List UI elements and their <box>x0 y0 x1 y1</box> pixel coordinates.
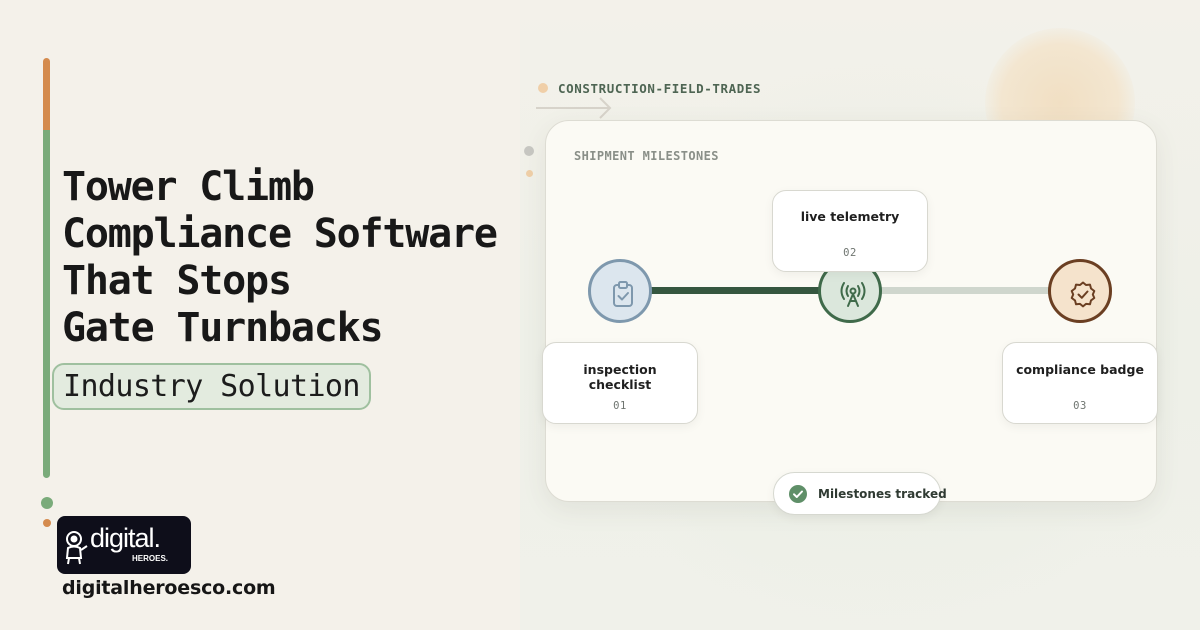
antenna-icon <box>840 282 866 307</box>
deco-dot-orange <box>526 170 533 177</box>
milestone-number: 01 <box>613 400 627 412</box>
milestone-card-live-telemetry[interactable]: live telemetry 02 <box>772 190 928 272</box>
page-title: Tower Climb Compliance Software That Sto… <box>62 164 532 352</box>
headline-line: Gate Turnbacks <box>62 305 384 351</box>
milestone-node-inspection-checklist[interactable] <box>588 259 652 323</box>
accent-dot-orange <box>43 519 51 527</box>
progress-track-completed <box>650 287 822 294</box>
website-url[interactable]: digitalheroesco.com <box>62 577 276 599</box>
milestone-label: live telemetry <box>800 209 900 224</box>
astronaut-logo-icon <box>65 531 88 565</box>
accent-dot-green <box>41 497 53 509</box>
check-circle-icon <box>789 485 807 503</box>
headline-line: Compliance Software <box>62 211 498 257</box>
headline-line: That Stops <box>62 258 292 304</box>
milestone-number: 02 <box>843 247 857 259</box>
status-text: Milestones tracked <box>818 487 947 501</box>
milestone-card-compliance-badge[interactable]: compliance badge 03 <box>1002 342 1158 424</box>
badge-check-icon <box>1070 281 1096 308</box>
milestone-number: 03 <box>1073 400 1087 412</box>
industry-solution-tag: Industry Solution <box>52 363 371 410</box>
logo-wordmark: digital. <box>90 523 161 553</box>
headline-line: Tower Climb <box>62 164 315 210</box>
milestone-node-compliance-badge[interactable] <box>1048 259 1112 323</box>
progress-track-pending <box>880 287 1050 294</box>
deco-dot-grey <box>524 146 534 156</box>
milestone-card-inspection-checklist[interactable]: inspection checklist 01 <box>542 342 698 424</box>
milestone-label: inspection checklist <box>583 362 657 392</box>
clipboard-check-icon <box>613 281 633 307</box>
brand-logo[interactable]: digital. HEROES. <box>57 516 191 574</box>
milestones-status-badge: Milestones tracked <box>773 472 947 515</box>
logo-subtext: HEROES. <box>132 554 169 563</box>
tracker-title: SHIPMENT MILESTONES <box>574 149 719 163</box>
accent-bar-orange <box>43 58 50 130</box>
accent-bar-green <box>43 130 50 478</box>
milestone-label: compliance badge <box>1016 362 1144 377</box>
